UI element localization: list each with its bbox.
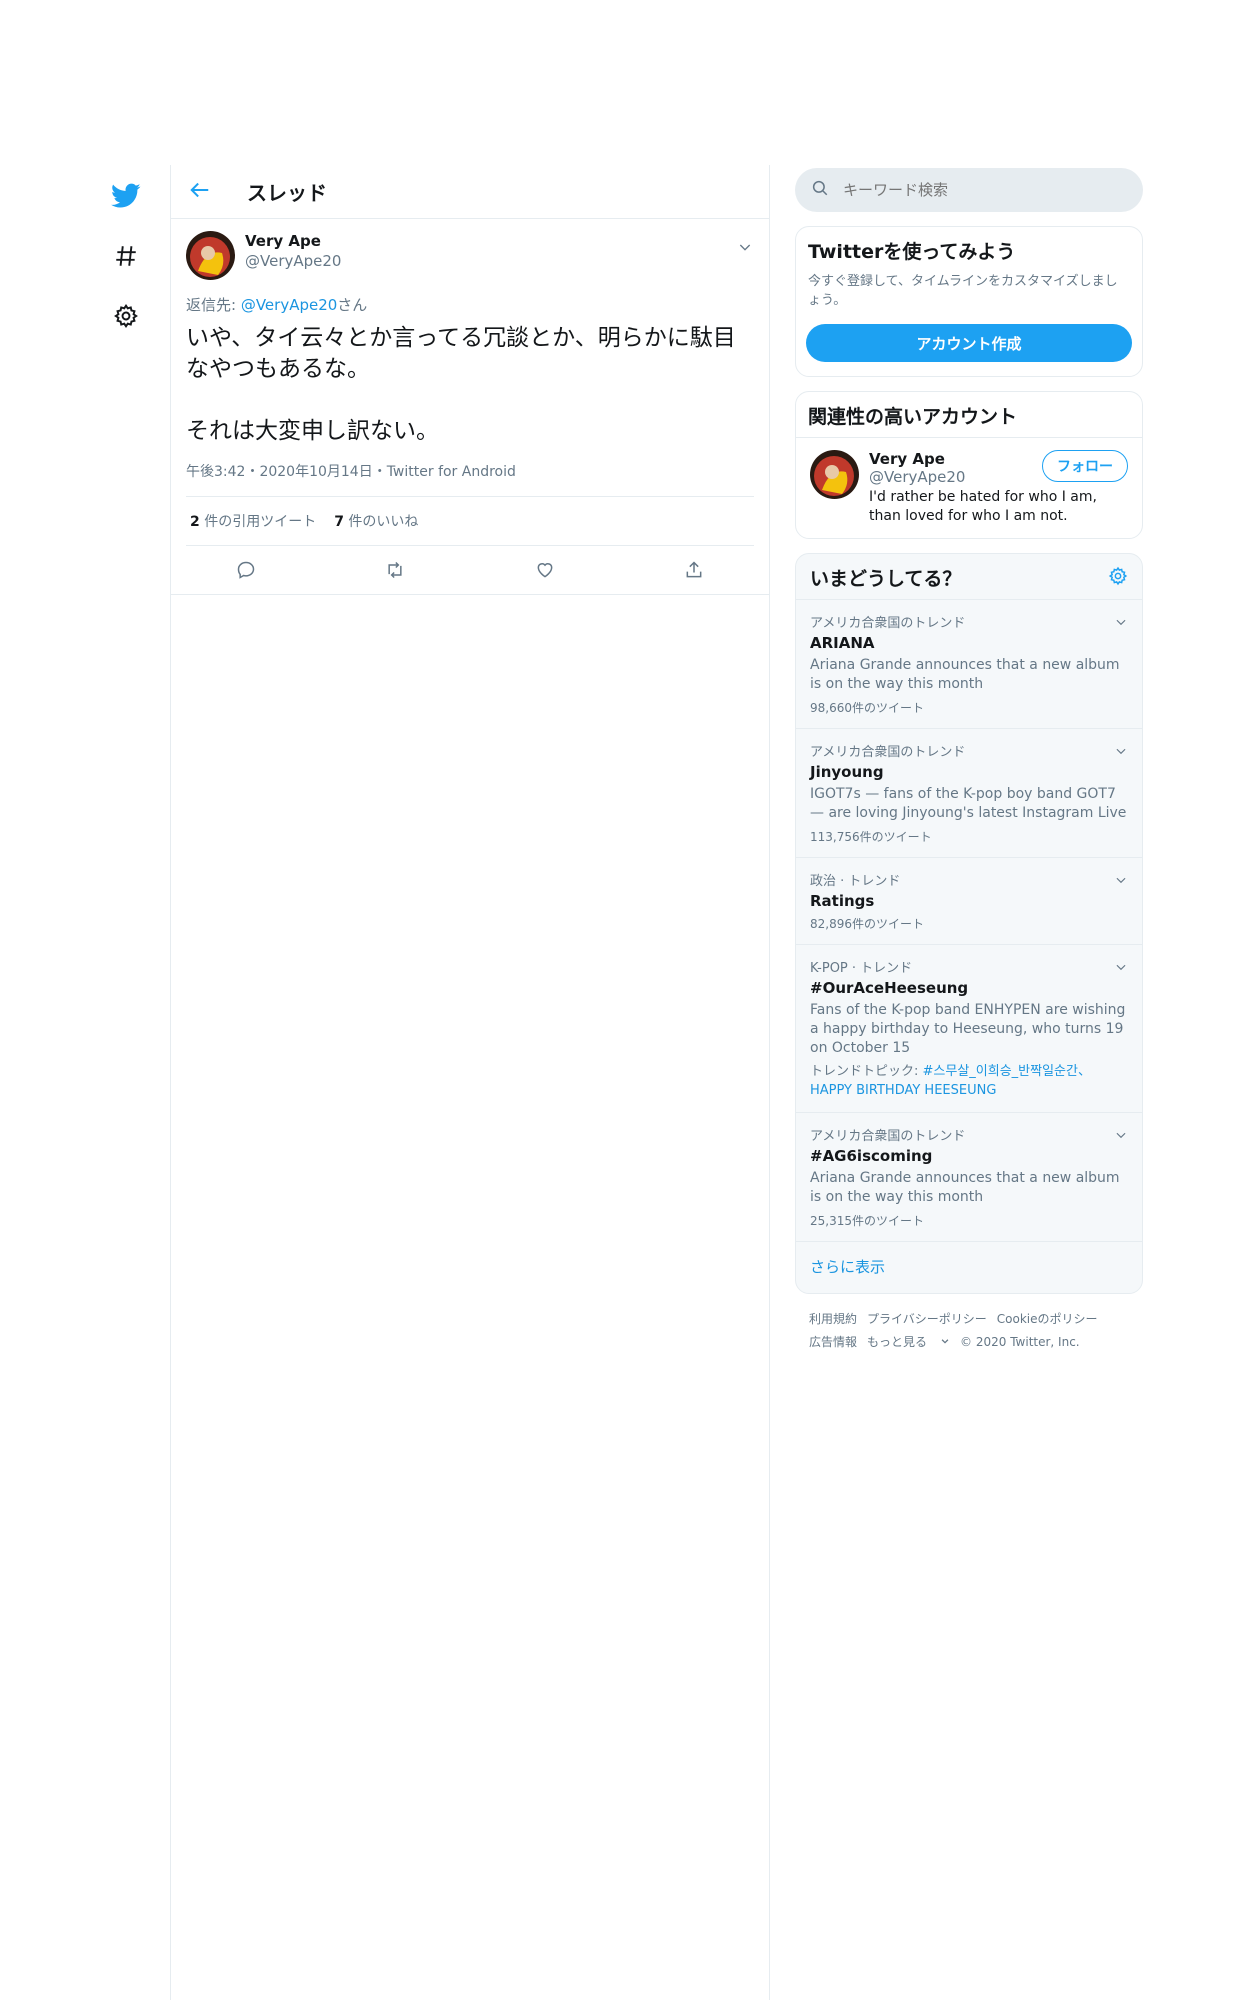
quote-count: 2 [190,514,200,530]
trend-count: 25,315件のツイート [810,1214,924,1228]
like-label: 件のいいね [343,514,419,530]
reply-to: 返信先: @VeryApe20さん [186,294,754,315]
trend-item[interactable]: アメリカ合衆国のトレンド Jinyoung IGOT7s — fans of t… [796,729,1142,858]
trend-desc: Ariana Grande announces that a new album… [810,1170,1120,1205]
related-account[interactable]: Very Ape @VeryApe20 I'd rather be hated … [796,437,1142,538]
related-accounts-card: 関連性の高いアカウント Very Ape @VeryApe20 I'd rath… [795,391,1143,539]
reply-icon[interactable] [226,558,266,582]
trend-item[interactable]: アメリカ合衆国のトレンド #AG6iscoming Ariana Grande … [796,1113,1142,1242]
trend-name: Jinyoung [810,763,884,781]
signup-card: Twitterを使ってみよう 今すぐ登録して、タイムラインをカスタマイズしましょ… [795,226,1143,377]
avatar[interactable] [186,231,235,280]
footer-copyright: © 2020 Twitter, Inc. [960,1335,1080,1349]
right-sidebar: Twitterを使ってみよう 今すぐ登録して、タイムラインをカスタマイズしましょ… [795,168,1143,1368]
like-count: 7 [334,514,344,530]
search-icon [811,179,829,201]
tweet: Very Ape @VeryApe20 返信先: @VeryApe20さん いや… [171,219,769,595]
trends-title: いまどうしてる？ [810,568,962,590]
trend-context: アメリカ合衆国のトレンド [810,616,966,631]
thread-header: スレッド [171,165,769,219]
trend-topic-link[interactable]: HAPPY BIRTHDAY HEESEUNG [810,1083,996,1098]
tweet-timestamp[interactable]: 午後3:42・2020年10月14日・Twitter for Android [186,461,754,497]
chevron-down-icon[interactable] [1114,614,1128,633]
main-column: スレッド Very Ape @VeryApe20 返信先: @VeryApe20… [170,165,770,2000]
trend-item[interactable]: K-POP · トレンド #OurAceHeeseung Fans of the… [796,945,1142,1113]
tweet-actions [171,546,769,595]
footer: 利用規約 プライバシーポリシー Cookieのポリシー 広告情報 もっと見る © 202… [795,1294,1143,1368]
trend-name: #OurAceHeeseung [810,979,969,997]
signup-desc: 今すぐ登録して、タイムラインをカスタマイズしましょう。 [808,274,1118,308]
quote-label: 件の引用ツイート [199,514,317,530]
trend-context: アメリカ合衆国のトレンド [810,745,966,760]
trends-settings-gear-icon[interactable] [1108,566,1128,590]
reply-prefix: 返信先: [186,296,241,314]
search-bar[interactable] [795,168,1143,212]
tweet-stats: 2 件の引用ツイート 7 件のいいね [186,497,754,546]
trend-name: #AG6iscoming [810,1147,933,1165]
avatar[interactable] [810,450,859,499]
author-handle[interactable]: @VeryApe20 [245,251,341,271]
like-count-link[interactable]: 7 件のいいね [334,514,418,530]
chevron-down-icon[interactable] [1114,743,1128,762]
create-account-button[interactable]: アカウント作成 [806,324,1132,362]
page-title: スレッド [247,181,327,205]
trend-desc: IGOT7s — fans of the K-pop boy band GOT7… [810,786,1127,821]
signup-title: Twitterを使ってみよう [808,241,1016,263]
like-heart-icon[interactable] [525,558,565,582]
reply-suffix: さん [337,296,368,314]
show-more-link[interactable]: さらに表示 [796,1242,1142,1293]
twitter-logo-icon[interactable] [100,170,152,222]
quote-count-link[interactable]: 2 件の引用ツイート [190,514,316,530]
author-name[interactable]: Very Ape [245,231,341,251]
footer-more-label: もっと見る [867,1335,928,1349]
chevron-down-icon[interactable] [1114,872,1128,891]
footer-cookie-link[interactable]: Cookieのポリシー [997,1312,1098,1326]
back-arrow-icon[interactable] [189,179,211,205]
trend-name: ARIANA [810,634,875,652]
trend-topic-link[interactable]: #스무살_이희승_반짝일순간、 [923,1064,1091,1079]
trend-context: K-POP · トレンド [810,961,913,976]
chevron-down-icon[interactable] [1114,1127,1128,1146]
trend-context: 政治 · トレンド [810,874,901,889]
footer-privacy-link[interactable]: プライバシーポリシー [867,1312,987,1326]
trend-name: Ratings [810,892,875,910]
related-title: 関連性の高いアカウント [808,406,1018,428]
chevron-down-icon[interactable] [1114,959,1128,978]
share-icon[interactable] [674,558,714,582]
trend-context: アメリカ合衆国のトレンド [810,1129,966,1144]
footer-more-link[interactable]: もっと見る [867,1335,950,1349]
left-nav [100,170,152,350]
chevron-down-icon [941,1339,949,1344]
trend-topics: トレンドトピック: #스무살_이희승_반짝일순간、 HAPPY BIRTHDAY … [810,1062,1128,1100]
hashtag-icon[interactable] [100,230,152,282]
trend-count: 82,896件のツイート [810,917,924,931]
trend-count: 113,756件のツイート [810,830,932,844]
trend-item[interactable]: アメリカ合衆国のトレンド ARIANA Ariana Grande announ… [796,600,1142,729]
footer-ads-link[interactable]: 広告情報 [809,1335,857,1349]
settings-gear-icon[interactable] [100,290,152,342]
reply-mention-link[interactable]: @VeryApe20 [241,296,337,314]
retweet-icon[interactable] [375,558,415,582]
trend-item[interactable]: 政治 · トレンド Ratings 82,896件のツイート [796,858,1142,945]
trend-desc: Ariana Grande announces that a new album… [810,657,1120,692]
trend-topic-prefix: トレンドトピック: [810,1064,923,1079]
related-bio: I'd rather be hated for who I am, than l… [869,489,1097,524]
trends-card: いまどうしてる？ アメリカ合衆国のトレンド ARIANA Ariana Gran… [795,553,1143,1294]
tweet-text: いや、タイ云々とか言ってる冗談とか、明らかに駄目なやつもあるな。 それは大変申し… [186,325,736,444]
trend-count: 98,660件のツイート [810,701,924,715]
chevron-down-icon[interactable] [737,239,753,259]
search-input[interactable] [841,180,1105,200]
follow-button[interactable]: フォロー [1042,450,1128,482]
footer-terms-link[interactable]: 利用規約 [809,1312,857,1326]
trend-desc: Fans of the K-pop band ENHYPEN are wishi… [810,1002,1126,1056]
